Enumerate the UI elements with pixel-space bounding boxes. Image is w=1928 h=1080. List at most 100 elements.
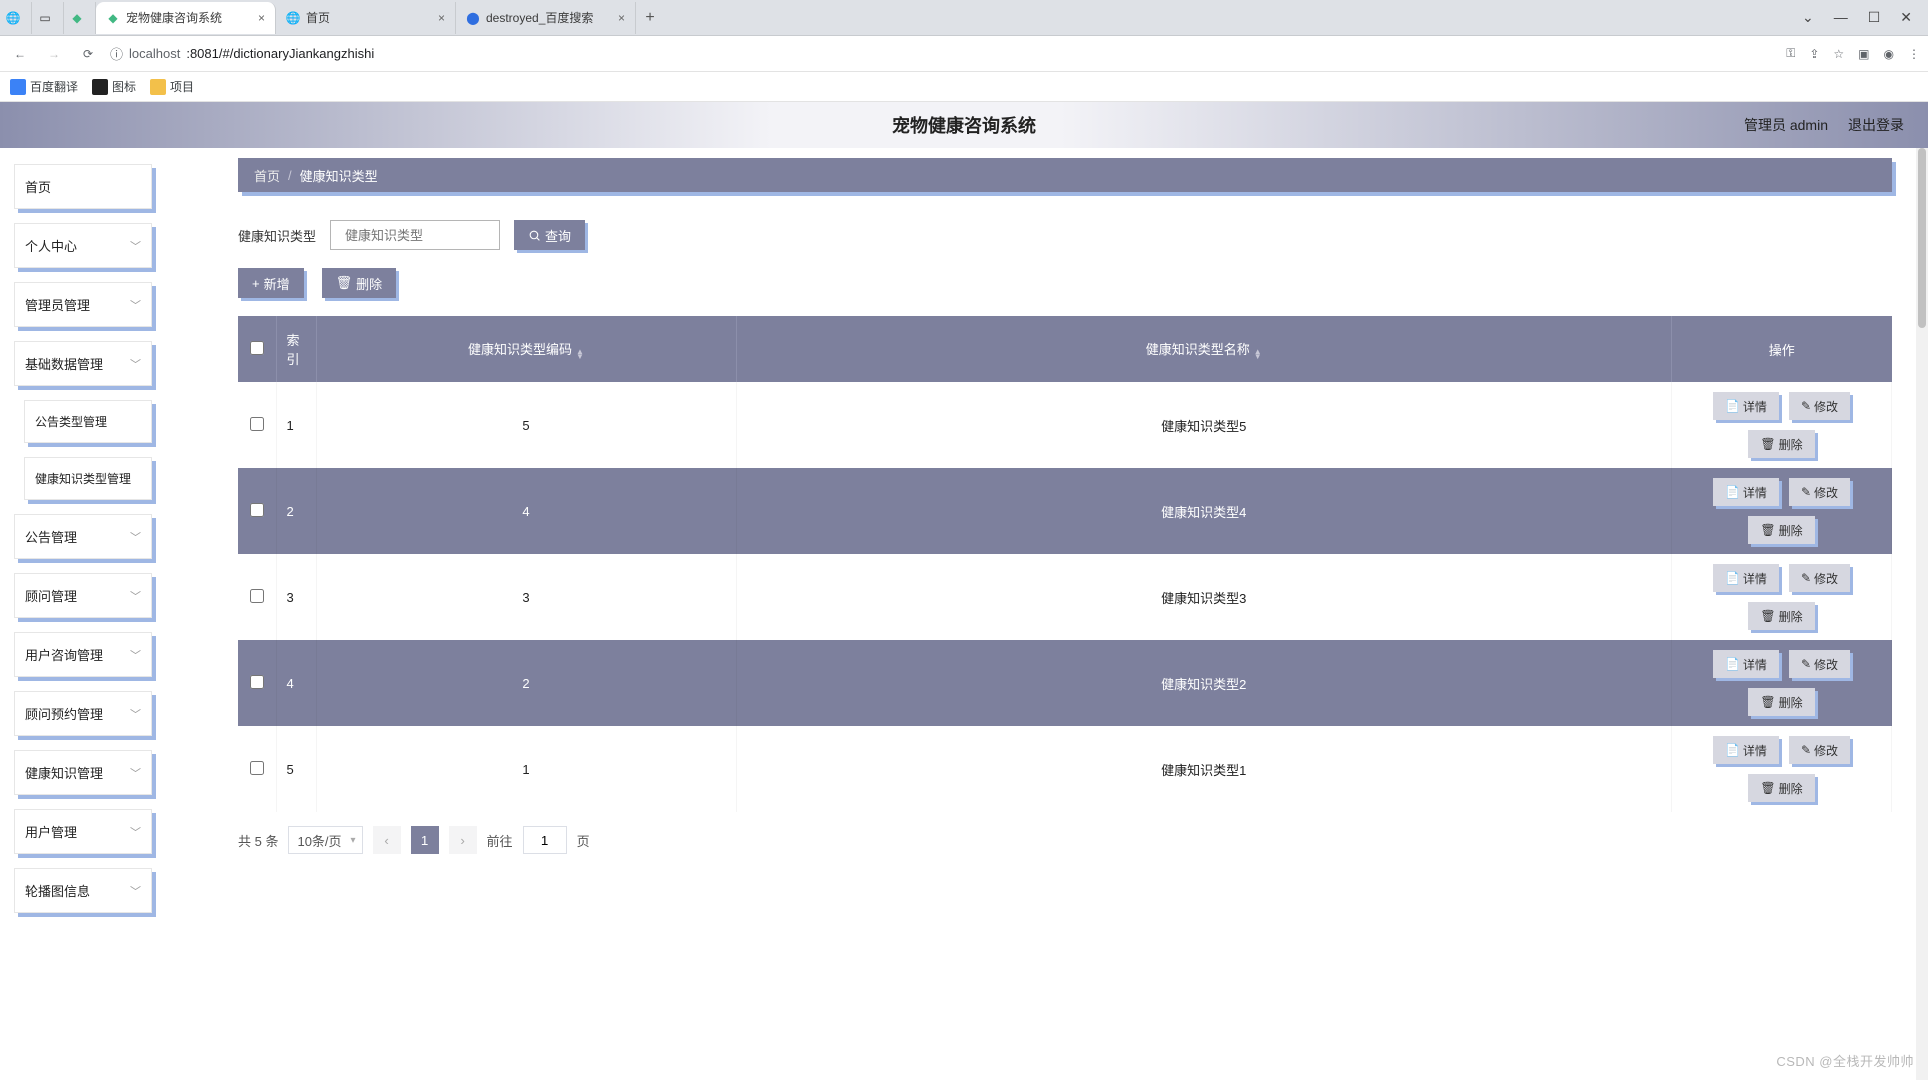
logout-link[interactable]: 退出登录	[1848, 115, 1904, 135]
sidebar-item[interactable]: 健康知识类型管理	[24, 457, 152, 500]
minimize-icon[interactable]: —	[1834, 9, 1848, 26]
scrollbar-thumb[interactable]	[1918, 148, 1926, 328]
close-icon[interactable]: ×	[258, 11, 265, 25]
cell-name: 健康知识类型1	[736, 726, 1672, 812]
pencil-icon: ✎	[1801, 485, 1811, 499]
url-field[interactable]: ⓘ localhost:8081/#/dictionaryJiankangzhi…	[110, 44, 374, 63]
cell-name: 健康知识类型5	[736, 382, 1672, 468]
edit-button[interactable]: ✎修改	[1789, 736, 1850, 764]
button-label: 修改	[1814, 398, 1838, 415]
new-tab-button[interactable]: +	[636, 9, 664, 27]
sort-icon[interactable]: ▲▼	[576, 349, 584, 359]
sidebar-item[interactable]: 轮播图信息﹀	[14, 868, 152, 913]
detail-button[interactable]: 📄详情	[1713, 478, 1779, 506]
row-checkbox[interactable]	[250, 675, 264, 689]
browser-tab[interactable]: 🌐首页×	[276, 2, 456, 34]
bookmark-item[interactable]: 百度翻译	[10, 78, 78, 95]
chevron-down-icon: ﹀	[130, 356, 141, 372]
breadcrumb: 首页 / 健康知识类型	[238, 158, 1892, 192]
avatar-icon[interactable]: ◉	[1884, 47, 1894, 61]
breadcrumb-home[interactable]: 首页	[254, 166, 280, 185]
share-icon[interactable]: ⇪	[1809, 47, 1819, 61]
chevron-down-icon[interactable]: ⌄	[1802, 9, 1814, 26]
document-icon: 📄	[1725, 485, 1740, 499]
detail-button[interactable]: 📄详情	[1713, 650, 1779, 678]
page-size-select[interactable]: 10条/页	[288, 826, 362, 854]
row-checkbox[interactable]	[250, 589, 264, 603]
tab-title: 首页	[306, 9, 330, 26]
goto-input[interactable]	[523, 826, 567, 854]
table-row: 42健康知识类型2📄详情✎修改🗑删除	[238, 640, 1892, 726]
close-icon[interactable]: ✕	[1900, 9, 1912, 26]
row-checkbox[interactable]	[250, 417, 264, 431]
chevron-down-icon: ﹀	[130, 706, 141, 722]
prev-page-button[interactable]: ‹	[373, 826, 401, 854]
cell-op: 📄详情 ✎修改 🗑删除	[1672, 382, 1892, 468]
bookmark-item[interactable]: 图标	[92, 78, 136, 95]
close-icon[interactable]: ×	[438, 11, 445, 25]
scrollbar[interactable]	[1916, 148, 1928, 1080]
browser-tab[interactable]: 🌐	[0, 2, 32, 34]
detail-button[interactable]: 📄详情	[1713, 564, 1779, 592]
edit-button[interactable]: ✎修改	[1789, 478, 1850, 506]
sidebar-item-label: 顾问预约管理	[25, 704, 103, 723]
col-name[interactable]: 健康知识类型名称▲▼	[736, 316, 1672, 382]
row-delete-button[interactable]: 🗑删除	[1748, 602, 1814, 630]
col-index[interactable]: 索引	[276, 316, 316, 382]
row-checkbox[interactable]	[250, 761, 264, 775]
menu-icon[interactable]: ⋮	[1908, 47, 1920, 61]
add-button[interactable]: + 新增	[238, 268, 304, 298]
edit-button[interactable]: ✎修改	[1789, 650, 1850, 678]
sidebar-item[interactable]: 健康知识管理﹀	[14, 750, 152, 795]
chevron-down-icon: ﹀	[130, 765, 141, 781]
sidebar-item-label: 管理员管理	[25, 295, 90, 314]
browser-tab[interactable]: ◆	[64, 2, 96, 34]
close-icon[interactable]: ×	[618, 11, 625, 25]
row-delete-button[interactable]: 🗑删除	[1748, 430, 1814, 458]
edit-button[interactable]: ✎修改	[1789, 392, 1850, 420]
row-checkbox[interactable]	[250, 503, 264, 517]
sidebar-item[interactable]: 公告管理﹀	[14, 514, 152, 559]
globe-icon: 🌐	[6, 11, 20, 25]
browser-tab[interactable]: ⬤destroyed_百度搜索×	[456, 2, 636, 34]
reload-button[interactable]: ⟳	[76, 42, 100, 66]
edit-button[interactable]: ✎修改	[1789, 564, 1850, 592]
key-icon[interactable]: ⚿	[1786, 46, 1795, 61]
table-row: 15健康知识类型5📄详情✎修改🗑删除	[238, 382, 1892, 468]
browser-tab[interactable]: ◆宠物健康咨询系统×	[96, 2, 276, 34]
delete-button[interactable]: 🗑 删除	[322, 268, 397, 298]
search-input[interactable]	[345, 228, 521, 243]
row-delete-button[interactable]: 🗑删除	[1748, 516, 1814, 544]
panel-icon[interactable]: ▣	[1858, 47, 1869, 61]
tab-title: 宠物健康咨询系统	[126, 9, 222, 26]
sidebar-item[interactable]: 个人中心﹀	[14, 223, 152, 268]
sidebar-item[interactable]: 公告类型管理	[24, 400, 152, 443]
search-button[interactable]: 查询	[514, 220, 585, 250]
col-code[interactable]: 健康知识类型编码▲▼	[316, 316, 736, 382]
back-button[interactable]: ←	[8, 42, 32, 66]
maximize-icon[interactable]: ☐	[1868, 9, 1881, 26]
browser-tab[interactable]: ▭	[32, 2, 64, 34]
app-title: 宠物健康咨询系统	[892, 112, 1036, 138]
bookmark-item[interactable]: 项目	[150, 78, 194, 95]
sidebar-item[interactable]: 管理员管理﹀	[14, 282, 152, 327]
user-label[interactable]: 管理员 admin	[1744, 115, 1828, 135]
site-info-icon[interactable]: ⓘ	[110, 44, 123, 63]
select-all-checkbox[interactable]	[250, 341, 264, 355]
sidebar-item[interactable]: 用户咨询管理﹀	[14, 632, 152, 677]
sidebar-item[interactable]: 基础数据管理﹀	[14, 341, 152, 386]
row-delete-button[interactable]: 🗑删除	[1748, 774, 1814, 802]
sort-icon[interactable]: ▲▼	[1254, 349, 1262, 359]
sidebar-item[interactable]: 顾问管理﹀	[14, 573, 152, 618]
row-delete-button[interactable]: 🗑删除	[1748, 688, 1814, 716]
star-icon[interactable]: ☆	[1833, 47, 1844, 61]
next-page-button[interactable]: ›	[449, 826, 477, 854]
sidebar-item[interactable]: 顾问预约管理 ﹀	[14, 691, 152, 736]
chevron-down-icon: ﹀	[130, 647, 141, 663]
sidebar-item[interactable]: 用户管理﹀	[14, 809, 152, 854]
sidebar-item[interactable]: 首页	[14, 164, 152, 209]
detail-button[interactable]: 📄详情	[1713, 736, 1779, 764]
page-number[interactable]: 1	[411, 826, 439, 854]
forward-button[interactable]: →	[42, 42, 66, 66]
detail-button[interactable]: 📄详情	[1713, 392, 1779, 420]
